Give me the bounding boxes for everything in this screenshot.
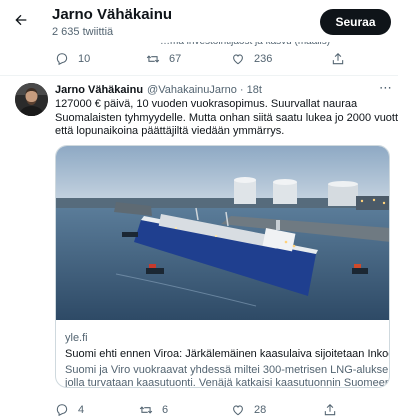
avatar-photo	[15, 83, 48, 116]
previous-tweet: …ma investointijaost ja kasvu (maalis) 1…	[0, 36, 398, 76]
arrow-left-icon	[15, 14, 27, 26]
like-count: 28	[254, 404, 267, 416]
reply-count: 10	[78, 53, 91, 65]
author-name[interactable]: Jarno Vähäkainu	[55, 84, 143, 96]
card-title: Suomi ehti ennen Viroa: Järkälemäinen ka…	[65, 348, 390, 360]
follow-button[interactable]: Seuraa	[320, 9, 391, 35]
tweet-text-line: että lopunaikoina päättäjiltä viedään ym…	[55, 125, 285, 137]
tweet-text-line: 127000 € päivä, 10 vuoden vuokrasopimus.…	[55, 98, 358, 110]
reply-icon	[56, 53, 68, 66]
retweet-icon	[139, 406, 153, 414]
card-description: Suomi ja Viro vuokraavat yhdessä miltei …	[65, 364, 390, 388]
reply-count: 4	[78, 404, 85, 416]
back-button[interactable]	[10, 9, 32, 31]
share-button[interactable]	[331, 52, 354, 66]
tweet-header: Jarno Vähäkainu @VahakainuJarno · 18t	[55, 84, 262, 96]
retweet-button[interactable]: 67	[146, 52, 181, 66]
share-icon	[324, 404, 336, 416]
retweet-count: 67	[169, 53, 182, 65]
avatar[interactable]	[15, 83, 48, 116]
share-icon	[332, 53, 344, 65]
reply-button[interactable]: 10	[55, 52, 90, 66]
reply-button[interactable]: 4	[55, 403, 84, 416]
tweet-time[interactable]: 18t	[247, 84, 262, 96]
like-button[interactable]: 28	[231, 403, 266, 416]
retweet-icon	[146, 55, 160, 63]
retweet-button[interactable]: 6	[139, 403, 168, 416]
card-domain: yle.fi	[65, 332, 88, 344]
retweet-count: 6	[162, 404, 169, 416]
like-button[interactable]: 236	[231, 52, 272, 66]
card-description-line: jolla turvataan kaasutuonti. Venäjä katk…	[65, 377, 390, 388]
author-handle[interactable]: @VahakainuJarno	[147, 84, 237, 96]
separator: ·	[239, 84, 244, 96]
tweet-count: 2 635 twiittiä	[52, 26, 114, 38]
reply-icon	[56, 404, 68, 416]
like-count: 236	[254, 53, 273, 65]
heart-icon	[233, 405, 243, 416]
heart-icon	[233, 54, 243, 65]
card-description-line: Suomi ja Viro vuokraavat yhdessä miltei …	[65, 364, 390, 376]
share-button[interactable]	[323, 403, 346, 416]
tweet[interactable]: Jarno Vähäkainu @VahakainuJarno · 18t ⋯ …	[0, 77, 398, 416]
profile-header: Jarno Vähäkainu 2 635 twiittiä Seuraa	[0, 0, 398, 42]
tweet-text-line: Suomalaisten tyhmyydelle. Mutta onhan si…	[55, 111, 398, 124]
lng-ship-photo	[56, 146, 389, 320]
more-icon[interactable]: ⋯	[379, 80, 393, 96]
link-card[interactable]: yle.fi Suomi ehti ennen Viroa: Järkälemä…	[55, 145, 390, 388]
profile-name: Jarno Vähäkainu	[52, 6, 173, 23]
tweet-text: 127000 € päivä, 10 vuoden vuokrasopimus.…	[55, 98, 398, 139]
